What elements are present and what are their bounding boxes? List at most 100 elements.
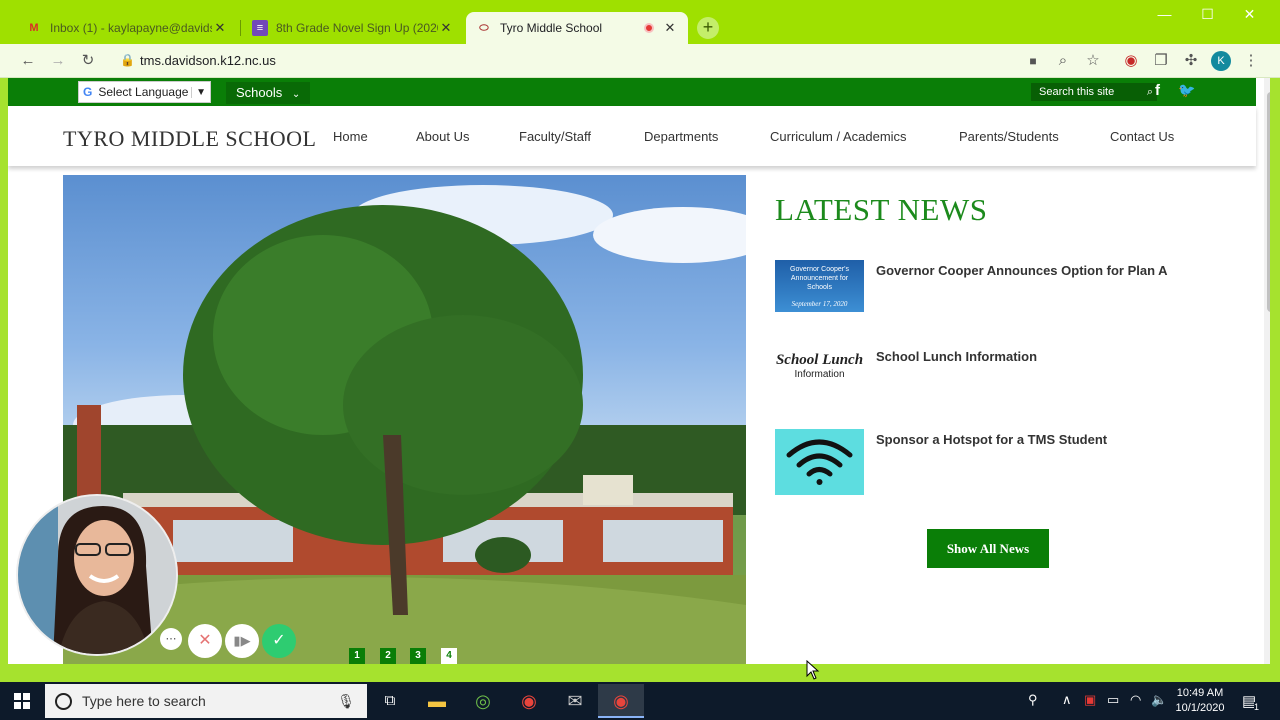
chevron-down-icon: ▼ <box>191 86 210 98</box>
nav-curriculum[interactable]: Curriculum / Academics <box>770 129 907 144</box>
star-icon[interactable]: ☆ <box>1082 50 1104 72</box>
nav-faculty-staff[interactable]: Faculty/Staff <box>519 129 591 144</box>
nav-about-us[interactable]: About Us <box>416 129 469 144</box>
nav-contact-us[interactable]: Contact Us <box>1110 129 1174 144</box>
finish-recording-button[interactable]: ✓ <box>262 624 296 658</box>
back-icon[interactable]: ← <box>17 50 39 72</box>
page-scrollbar[interactable] <box>1264 78 1270 664</box>
camera-icon[interactable]: ■ <box>1022 50 1044 72</box>
address-bar[interactable]: tms.davidson.k12.nc.us <box>140 53 276 68</box>
chrome-icon[interactable]: ◉ <box>506 684 552 718</box>
extension-record-icon[interactable]: ◉ <box>1120 50 1142 72</box>
webcam-bubble[interactable] <box>16 494 178 656</box>
thumbnail-date: September 17, 2020 <box>791 300 848 308</box>
google-icon: G <box>83 85 93 99</box>
reload-icon[interactable]: ↻ <box>77 50 99 72</box>
site-search-input[interactable]: Search this site ⌕ <box>1031 83 1157 101</box>
news-thumbnail[interactable]: School Lunch Information <box>775 346 864 398</box>
screen-recorder-icon[interactable]: ◎ <box>460 684 506 718</box>
news-item[interactable]: School Lunch Information School Lunch In… <box>775 346 1195 412</box>
avatar[interactable]: K <box>1211 51 1231 71</box>
new-tab-button[interactable]: + <box>697 17 719 39</box>
language-select[interactable]: G Select Language ▼ <box>78 81 211 103</box>
wifi-tray-icon[interactable]: ◠ <box>1130 692 1141 708</box>
webcam-presenter <box>18 496 176 654</box>
minimize-button[interactable]: — <box>1143 0 1186 30</box>
tab-forms[interactable]: ≡ 8th Grade Novel Sign Up (2020-2 ✕ <box>242 12 464 44</box>
taskbar-search-input[interactable]: Type here to search 🎙 <box>45 684 367 718</box>
microphone-icon[interactable]: 🎙 <box>337 693 355 710</box>
forward-icon[interactable]: → <box>47 50 69 72</box>
news-item-title[interactable]: Sponsor a Hotspot for a TMS Student <box>876 432 1107 447</box>
extension-copy-icon[interactable]: ❐ <box>1150 50 1172 72</box>
windows-taskbar: Type here to search 🎙 ⧉ ▬ ◎ ◉ ✉ ◉ ⚲ ∧ ▣ … <box>0 682 1280 720</box>
slide-dot-2[interactable]: 2 <box>380 648 396 664</box>
pause-recording-button[interactable]: ▮▶ <box>225 624 259 658</box>
site-topbar: G Select Language ▼ Schools ⌄ Search thi… <box>8 78 1256 106</box>
zoom-icon[interactable]: ⌕ <box>1052 50 1074 72</box>
facebook-icon[interactable]: f <box>1155 82 1160 99</box>
chevron-down-icon: ⌄ <box>291 89 301 100</box>
news-item-title[interactable]: Governor Cooper Announces Option for Pla… <box>876 263 1168 278</box>
browser-titlebar: M Inbox (1) - kaylapayne@davidsc ✕ ≡ 8th… <box>0 0 1280 44</box>
show-all-news-button[interactable]: Show All News <box>927 529 1049 568</box>
news-item[interactable]: Sponsor a Hotspot for a TMS Student <box>775 429 1195 495</box>
puzzle-icon[interactable]: ✣ <box>1180 50 1202 72</box>
search-icon: ⌕ <box>1146 86 1153 98</box>
forms-icon: ≡ <box>252 20 268 36</box>
search-placeholder: Search this site <box>1039 86 1115 98</box>
recording-tray-icon[interactable]: ▣ <box>1084 692 1096 708</box>
tab-separator <box>240 20 241 36</box>
cancel-recording-button[interactable]: ✕ <box>188 624 222 658</box>
tab-gmail[interactable]: M Inbox (1) - kaylapayne@davidsc ✕ <box>16 12 238 44</box>
more-options-button[interactable]: ⋯ <box>160 628 182 650</box>
people-icon[interactable]: ⚲ <box>1028 692 1038 708</box>
gmail-icon: M <box>29 22 39 34</box>
menu-icon[interactable]: ⋮ <box>1240 50 1262 72</box>
task-view-icon[interactable]: ⧉ <box>367 684 413 718</box>
thumbnail-subcaption: Information <box>794 369 845 380</box>
site-title[interactable]: TYRO MIDDLE SCHOOL <box>63 126 316 152</box>
slide-dot-4[interactable]: 4 <box>441 648 457 664</box>
app-icon[interactable]: ✉ <box>552 684 598 718</box>
schools-menu[interactable]: Schools ⌄ <box>226 82 311 104</box>
clock-date: 10/1/2020 <box>1175 702 1225 714</box>
twitter-icon[interactable]: 🐦 <box>1178 82 1195 99</box>
slide-dot-3[interactable]: 3 <box>410 648 426 664</box>
thumbnail-caption: School Lunch <box>775 352 864 368</box>
close-window-button[interactable]: ✕ <box>1229 0 1270 30</box>
tab-title: 8th Grade Novel Sign Up (2020-2 <box>276 21 438 35</box>
school-icon: ⬭ <box>479 21 489 34</box>
battery-icon[interactable]: ▭ <box>1107 692 1119 708</box>
chrome-active-icon[interactable]: ◉ <box>598 684 644 718</box>
taskbar-clock[interactable]: 10:49 AM 10/1/2020 <box>1170 686 1230 716</box>
chevron-up-icon[interactable]: ∧ <box>1062 692 1072 708</box>
nav-parents-students[interactable]: Parents/Students <box>959 129 1059 144</box>
cortana-icon <box>55 692 72 710</box>
notification-count: 1 <box>1254 702 1260 712</box>
volume-icon[interactable]: 🔈 <box>1151 692 1167 708</box>
slide-dot-1[interactable]: 1 <box>349 648 365 664</box>
tab-title: Tyro Middle School <box>500 21 603 35</box>
schools-label: Schools <box>236 85 283 100</box>
close-icon[interactable]: ✕ <box>212 20 228 36</box>
clock-time: 10:49 AM <box>1176 687 1224 699</box>
news-item[interactable]: Governor Cooper's Announcement for Schoo… <box>775 260 1195 326</box>
close-icon[interactable]: ✕ <box>438 20 454 36</box>
nav-home[interactable]: Home <box>333 129 368 144</box>
taskbar-search-placeholder: Type here to search <box>82 693 206 709</box>
news-item-title[interactable]: School Lunch Information <box>876 349 1037 364</box>
scrollbar-thumb[interactable] <box>1267 92 1270 312</box>
file-explorer-icon[interactable]: ▬ <box>414 684 460 718</box>
close-icon[interactable]: ✕ <box>662 20 678 36</box>
news-thumbnail[interactable]: Governor Cooper's Announcement for Schoo… <box>775 260 864 312</box>
windows-start-icon[interactable] <box>14 693 30 709</box>
maximize-button[interactable]: ☐ <box>1186 0 1229 30</box>
nav-departments[interactable]: Departments <box>644 129 718 144</box>
tab-title: Inbox (1) - kaylapayne@davidsc <box>50 21 212 35</box>
thumbnail-caption: Governor Cooper's Announcement for Schoo… <box>790 266 849 291</box>
latest-news-heading: LATEST NEWS <box>775 192 988 227</box>
news-thumbnail[interactable] <box>775 429 864 495</box>
tab-tyro[interactable]: ⬭ Tyro Middle School ✕ <box>466 12 688 44</box>
lock-icon: 🔒 <box>120 53 135 67</box>
